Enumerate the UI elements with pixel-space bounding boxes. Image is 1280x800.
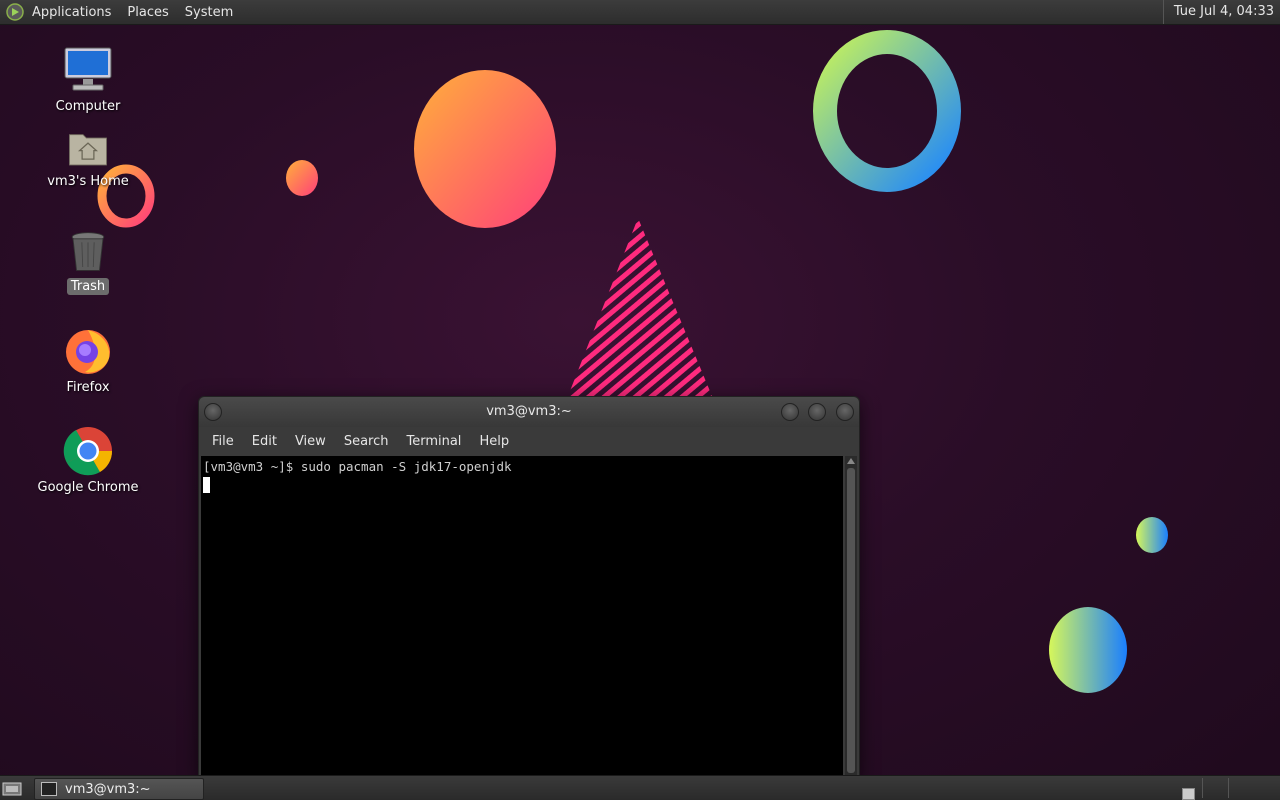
panel-separator	[1228, 778, 1229, 798]
firefox-icon	[66, 330, 110, 374]
orange-circle	[414, 70, 556, 228]
scroll-up-arrow-icon[interactable]	[847, 458, 855, 464]
command-line: [vm3@vm3 ~]$ sudo pacman -S jdk17-openjd…	[203, 459, 512, 474]
applications-menu[interactable]: Applications	[30, 5, 119, 20]
maximize-button[interactable]	[808, 403, 826, 421]
terminal-icon	[41, 782, 57, 796]
taskbar-terminal-button[interactable]: vm3@vm3:~	[34, 778, 204, 800]
clock[interactable]: Tue Jul 4, 04:33	[1162, 0, 1280, 24]
striped-triangle	[568, 218, 712, 396]
desktop-icon-chrome[interactable]: Google Chrome	[33, 426, 143, 495]
workspace-switcher[interactable]	[1182, 788, 1195, 800]
panel-separator	[1202, 778, 1203, 798]
computer-icon	[64, 47, 112, 91]
desktop-icon-trash[interactable]: Trash	[33, 229, 143, 295]
menu-terminal[interactable]: Terminal	[397, 434, 470, 449]
minimize-button[interactable]	[781, 403, 799, 421]
menu-edit[interactable]: Edit	[243, 434, 286, 449]
show-desktop-icon[interactable]	[2, 779, 22, 797]
menu-help[interactable]: Help	[470, 434, 518, 449]
small-orange-circle	[286, 160, 318, 196]
gradient-ring	[813, 30, 961, 192]
task-label: vm3@vm3:~	[65, 781, 151, 797]
terminal-scrollbar[interactable]	[845, 456, 857, 777]
scrollbar-thumb[interactable]	[847, 468, 855, 773]
mate-logo-icon[interactable]	[6, 3, 24, 21]
desktop-icon-label: Trash	[66, 278, 110, 295]
menu-search[interactable]: Search	[335, 434, 398, 449]
terminal-titlebar[interactable]: vm3@vm3:~	[199, 397, 859, 427]
desktop-icon-computer[interactable]: Computer	[33, 45, 143, 114]
places-menu[interactable]: Places	[119, 5, 176, 20]
terminal-output[interactable]: [vm3@vm3 ~]$ sudo pacman -S jdk17-openjd…	[201, 456, 843, 777]
top-panel: Applications Places System Tue Jul 4, 04…	[0, 0, 1280, 25]
desktop-icon-label: vm3's Home	[47, 174, 129, 189]
window-menu-icon[interactable]	[204, 403, 222, 421]
green-blue-circle-small	[1136, 517, 1168, 553]
menu-view[interactable]: View	[286, 434, 335, 449]
terminal-menubar: File Edit View Search Terminal Help	[199, 427, 859, 455]
desktop-icon-label: Google Chrome	[37, 480, 139, 495]
terminal-window[interactable]: vm3@vm3:~ File Edit View Search Terminal…	[198, 396, 860, 778]
trash-icon	[71, 232, 105, 271]
desktop-icon-label: Computer	[55, 99, 121, 114]
menu-file[interactable]: File	[203, 434, 243, 449]
desktop-icon-home[interactable]: vm3's Home	[33, 128, 143, 189]
desktop-icon-firefox[interactable]: Firefox	[33, 326, 143, 395]
bottom-panel: vm3@vm3:~	[0, 775, 1280, 800]
close-button[interactable]	[836, 403, 854, 421]
window-title: vm3@vm3:~	[486, 404, 572, 419]
desktop-icon-label: Firefox	[66, 380, 110, 395]
home-folder-icon	[69, 134, 107, 166]
green-blue-circle	[1049, 607, 1127, 693]
system-menu[interactable]: System	[177, 5, 241, 20]
text-cursor	[203, 477, 210, 493]
chrome-icon	[63, 427, 113, 476]
